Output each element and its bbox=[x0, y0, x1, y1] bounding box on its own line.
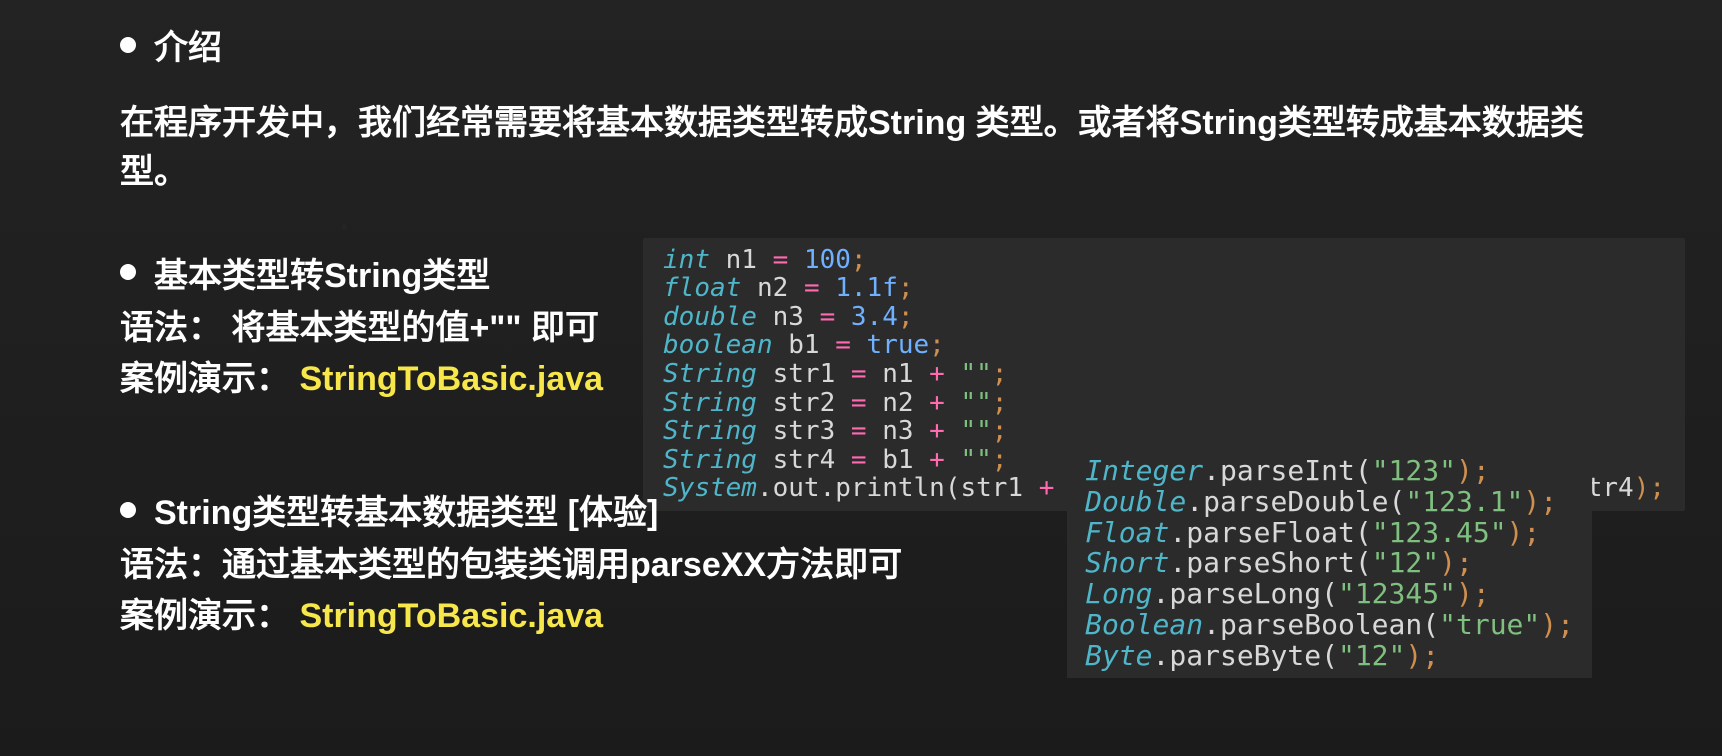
code-block-2: Integer.parseInt("123"); Double.parseDou… bbox=[1067, 450, 1592, 678]
section1-title-text: 基本类型转String类型 bbox=[154, 248, 490, 297]
bullet-dot-icon bbox=[120, 37, 136, 53]
section1-left: 基本类型转String类型 语法： 将基本类型的值+"" 即可 案例演示： St… bbox=[120, 238, 603, 405]
section2-demo: 案例演示： StringToBasic.java bbox=[120, 591, 902, 642]
intro-title: 介绍 bbox=[154, 20, 222, 69]
section2-file: StringToBasic.java bbox=[299, 597, 603, 635]
section1-demo-label: 案例演示： bbox=[120, 360, 290, 398]
intro-paragraph: 在程序开发中，我们经常需要将基本数据类型转成String 类型。或者将Strin… bbox=[120, 99, 1620, 198]
section2-syntax: 语法：通过基本类型的包装类调用parseXX方法即可 bbox=[120, 540, 902, 591]
intro-bullet: 介绍 bbox=[120, 20, 1682, 69]
section2: String类型转基本数据类型 [体验] 语法：通过基本类型的包装类调用pars… bbox=[120, 475, 902, 642]
section2-title: String类型转基本数据类型 [体验] bbox=[120, 485, 902, 534]
section1-syntax: 语法： 将基本类型的值+"" 即可 bbox=[120, 303, 603, 354]
section2-title-text: String类型转基本数据类型 [体验] bbox=[154, 485, 658, 534]
section2-demo-label: 案例演示： bbox=[120, 597, 290, 635]
bullet-dot-icon bbox=[120, 264, 136, 280]
slide-content: 介绍 在程序开发中，我们经常需要将基本数据类型转成String 类型。或者将St… bbox=[120, 20, 1682, 511]
section1-title: 基本类型转String类型 bbox=[120, 248, 603, 297]
section1-file: StringToBasic.java bbox=[299, 360, 603, 398]
section1-demo: 案例演示： StringToBasic.java bbox=[120, 354, 603, 405]
bullet-dot-icon bbox=[120, 502, 136, 518]
kw-int: int bbox=[663, 245, 710, 275]
